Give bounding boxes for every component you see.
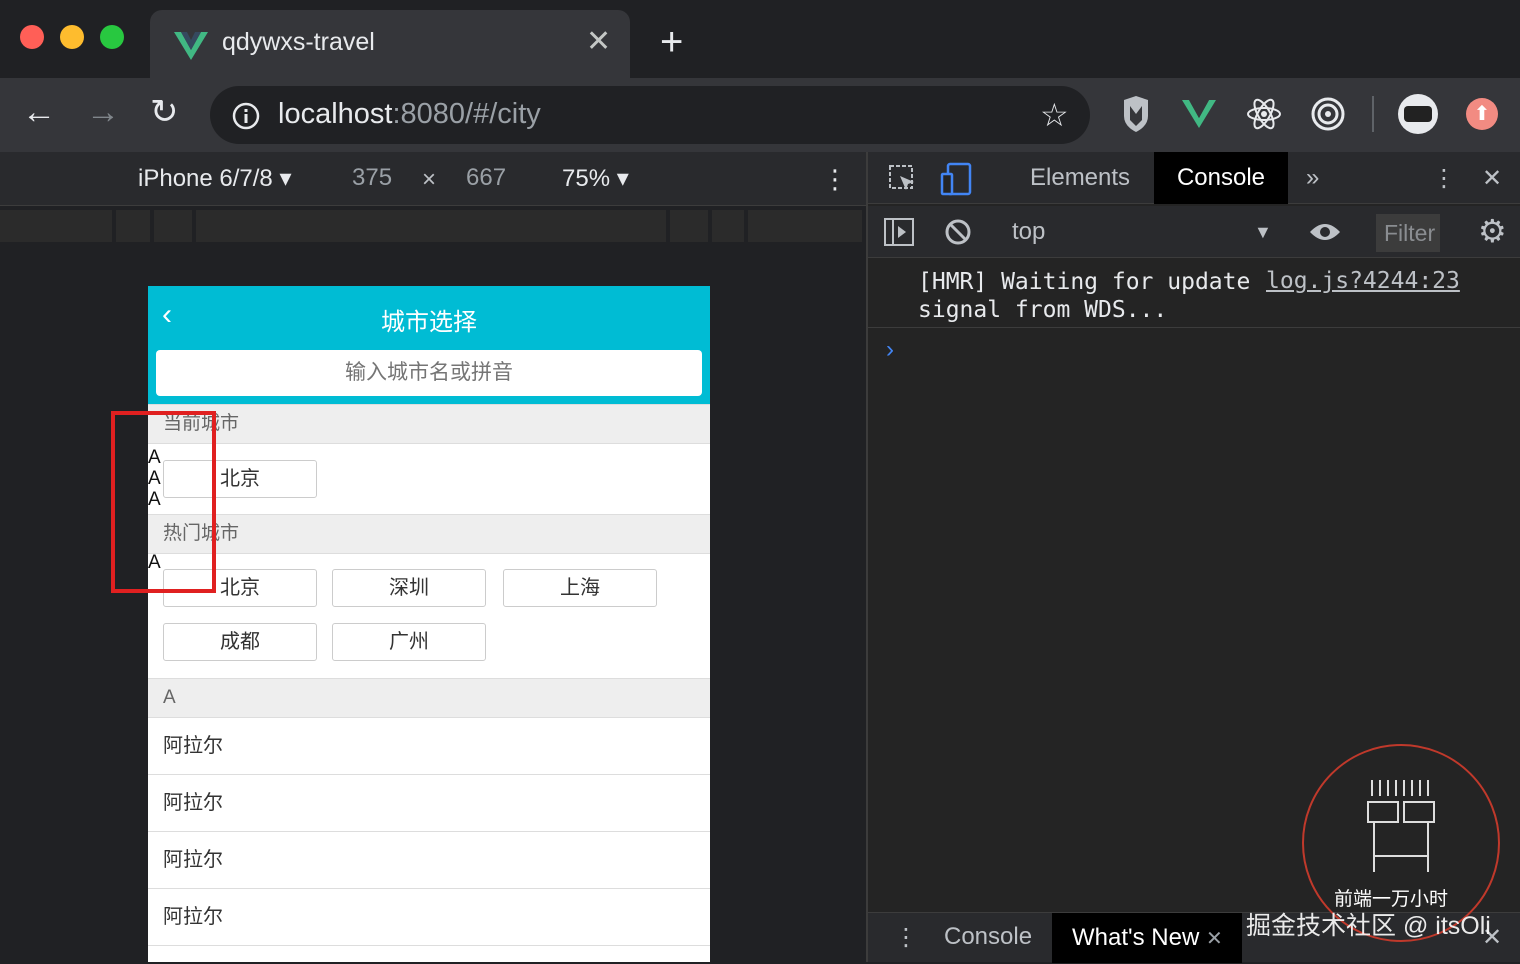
height-input[interactable]: 667 — [466, 164, 506, 192]
city-list-item[interactable]: 阿拉尔 — [148, 889, 710, 946]
more-tabs-icon[interactable]: » — [1306, 164, 1319, 192]
bookmark-star-icon[interactable]: ☆ — [1040, 96, 1069, 134]
console-filterbar: top ▼ Filter ⚙ — [868, 206, 1520, 258]
times-sign: × — [422, 166, 437, 193]
drawer-tab-whatsnew[interactable]: What's New ✕ — [1052, 913, 1242, 963]
device-toggle-icon[interactable] — [940, 162, 972, 196]
back-arrow-icon[interactable]: ← — [22, 92, 56, 132]
react-devtools-icon[interactable] — [1246, 96, 1282, 132]
hot-city-button[interactable]: 广州 — [332, 623, 486, 661]
phone-screen: ‹ 城市选择 当前城市 北京 热门城市 北京 深圳 上海 成都 广州 A 阿拉尔… — [148, 286, 710, 962]
city-header: ‹ 城市选择 — [148, 286, 710, 350]
width-input[interactable]: 375 — [352, 164, 392, 192]
more-options-icon[interactable]: ⋮ — [822, 164, 848, 195]
devtools-tabbar: Elements Console » ⋮ ✕ — [868, 152, 1520, 204]
hot-city-button[interactable]: 深圳 — [332, 569, 486, 607]
device-select[interactable]: iPhone 6/7/8 ▾ — [138, 164, 292, 193]
browser-toolbar: ← → ↻ localhost:8080/#/city ☆ ⬆ — [0, 78, 1520, 152]
forward-arrow-icon[interactable]: → — [86, 92, 120, 132]
page-title: 城市选择 — [381, 309, 477, 336]
url-host: localhost — [278, 98, 393, 130]
hot-city-section-title: 热门城市 — [148, 514, 710, 554]
settings-gear-icon[interactable]: ⚙ — [1478, 212, 1507, 250]
filter-input[interactable]: Filter — [1376, 214, 1440, 252]
reload-icon[interactable]: ↻ — [150, 92, 179, 132]
close-window-button[interactable] — [20, 25, 44, 49]
url-text: localhost:8080/#/city — [278, 98, 541, 131]
hot-city-button[interactable]: 成都 — [163, 623, 317, 661]
city-search-input[interactable] — [156, 350, 702, 396]
devtools-close-icon[interactable]: ✕ — [1482, 164, 1502, 193]
drawer-whatsnew-label: What's New — [1072, 924, 1200, 951]
log-message: [HMR] Waiting for update signal from WDS… — [918, 269, 1251, 323]
hot-city-button[interactable]: 上海 — [503, 569, 657, 607]
city-list-item[interactable]: 阿拉尔 — [148, 775, 710, 832]
device-toolbar: iPhone 6/7/8 ▾ 375 × 667 75% ▾ ⋮ — [0, 152, 866, 206]
log-source-link[interactable]: log.js?4244:23 — [1266, 268, 1460, 294]
url-path: :8080/#/city — [392, 98, 541, 130]
search-bar — [148, 350, 710, 404]
vue-favicon-icon — [174, 32, 208, 60]
info-icon[interactable] — [232, 102, 260, 130]
tab-elements[interactable]: Elements — [1030, 164, 1130, 192]
shield-extension-icon[interactable] — [1122, 96, 1150, 132]
device-name: iPhone 6/7/8 — [138, 165, 273, 192]
console-log-row: [HMR] Waiting for update signal from WDS… — [868, 260, 1520, 328]
update-icon[interactable]: ⬆ — [1466, 98, 1498, 130]
media-query-ruler — [0, 206, 866, 242]
eye-icon[interactable] — [1308, 220, 1342, 244]
browser-tab[interactable]: qdywxs-travel ✕ — [150, 10, 630, 78]
minimize-window-button[interactable] — [60, 25, 84, 49]
avatar[interactable] — [1398, 94, 1438, 134]
sidebar-toggle-icon[interactable] — [884, 218, 914, 246]
context-select[interactable]: top — [1012, 218, 1045, 246]
vue-devtools-icon[interactable] — [1182, 100, 1216, 128]
zoom-value: 75% — [562, 165, 611, 192]
title-bar: qdywxs-travel ✕ + — [0, 0, 1520, 78]
inspect-element-icon[interactable] — [888, 164, 918, 194]
zoom-select[interactable]: 75% ▾ — [562, 164, 629, 193]
console-prompt-icon[interactable]: › — [886, 336, 894, 364]
target-extension-icon[interactable] — [1310, 96, 1346, 132]
watermark-line2: 掘金技术社区 @ itsOli — [1246, 912, 1491, 940]
letter-section-title: A — [148, 678, 710, 718]
address-bar[interactable]: localhost:8080/#/city ☆ — [210, 86, 1090, 144]
new-tab-button[interactable]: + — [660, 22, 683, 62]
watermark-face-icon — [1367, 780, 1435, 872]
tab-close-icon[interactable]: ✕ — [586, 24, 611, 59]
devtools-menu-icon[interactable]: ⋮ — [1432, 164, 1456, 193]
drawer-menu-icon[interactable]: ⋮ — [894, 923, 918, 952]
toolbar-divider — [1372, 96, 1374, 132]
tab-console[interactable]: Console — [1154, 152, 1288, 204]
tab-title: qdywxs-travel — [222, 28, 375, 56]
drawer-tab-console[interactable]: Console — [944, 923, 1032, 951]
city-list-item[interactable]: 阿拉尔 — [148, 718, 710, 775]
clear-console-icon[interactable] — [944, 218, 972, 246]
context-dropdown-icon[interactable]: ▼ — [1254, 222, 1272, 243]
highlight-box — [111, 411, 216, 593]
drawer-tab-close-icon[interactable]: ✕ — [1206, 928, 1223, 950]
maximize-window-button[interactable] — [100, 25, 124, 49]
city-list-item[interactable]: 阿拉尔 — [148, 832, 710, 889]
current-city-section-title: 当前城市 — [148, 404, 710, 444]
